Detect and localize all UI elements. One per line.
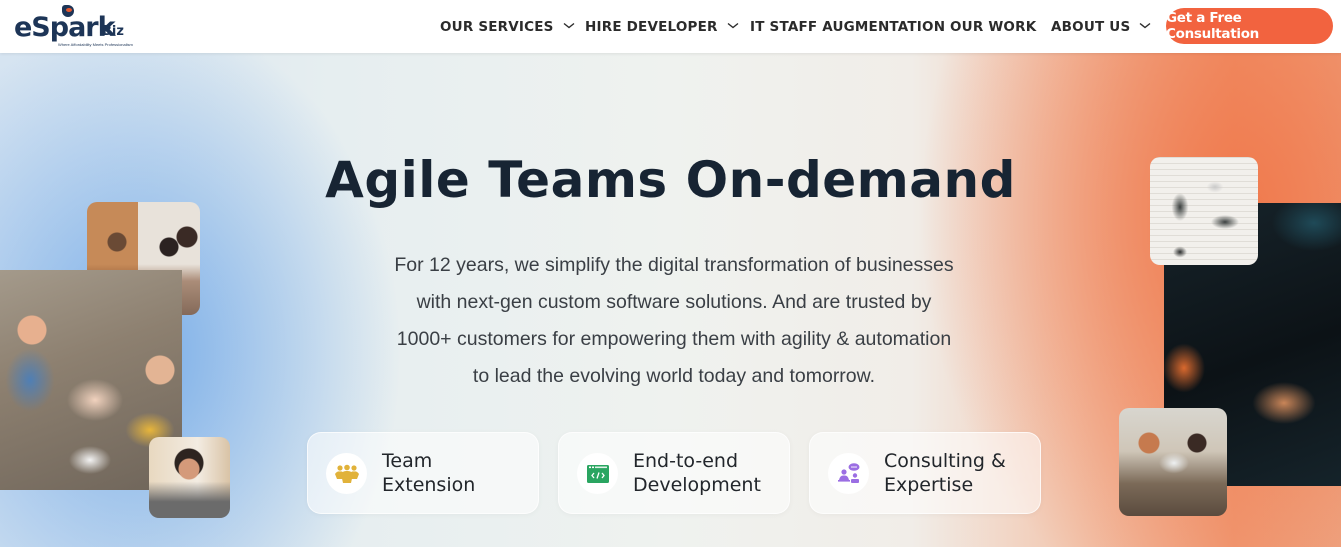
hero-description-line: For 12 years, we simplify the digital tr… [394, 254, 954, 276]
hero-description-line: 1000+ customers for empowering them with… [396, 328, 952, 350]
nav-label: IT STAFF AUGMENTATION [750, 19, 946, 35]
chevron-down-icon [727, 22, 739, 30]
free-consultation-button[interactable]: Get a Free Consultation [1166, 8, 1333, 44]
logo-suffix: Biz [102, 24, 124, 39]
team-icon [326, 453, 367, 494]
esparkbiz-logo[interactable]: eSpark Biz Where Affordability Meets Pro… [14, 5, 133, 47]
hero-section: Agile Teams On-demand For 12 years, we s… [0, 53, 1341, 547]
card-label: Team Extension [382, 450, 476, 496]
nav-it-staff-augmentation[interactable]: IT STAFF AUGMENTATION [750, 17, 945, 37]
hero-description-line: to lead the evolving world today and tom… [472, 365, 876, 387]
nav-label: ABOUT US [1051, 19, 1131, 35]
chevron-down-icon [1139, 22, 1151, 30]
hero-title: Agile Teams On-demand [325, 151, 1016, 209]
nav-about-us[interactable]: ABOUT US [1051, 17, 1151, 37]
nav-our-services[interactable]: OUR SERVICES [440, 17, 575, 37]
hero-description: For 12 years, we simplify the digital tr… [340, 247, 1008, 395]
card-end-to-end-development[interactable]: End-to-end Development [558, 432, 790, 514]
colleagues-reading-photo [149, 437, 230, 518]
nav-hire-developer[interactable]: HIRE DEVELOPER [585, 17, 739, 37]
card-consulting-expertise[interactable]: Consulting & Expertise [809, 432, 1041, 514]
nav-label: HIRE DEVELOPER [585, 19, 718, 35]
card-label: Consulting & Expertise [884, 450, 1006, 496]
logo-tagline: Where Affordability Meets Professionalis… [58, 42, 133, 47]
hero-description-line: with next-gen custom software solutions.… [416, 291, 932, 313]
logo-wordmark: eSpark [14, 12, 116, 43]
code-window-icon [577, 453, 618, 494]
card-team-extension[interactable]: Team Extension [307, 432, 539, 514]
coworkers-laptops-photo [1119, 408, 1227, 516]
consulting-icon [828, 453, 869, 494]
card-label: End-to-end Development [633, 450, 761, 496]
chevron-down-icon [563, 22, 575, 30]
nav-label: OUR WORK [950, 19, 1037, 35]
nav-label: OUR SERVICES [440, 19, 554, 35]
nav-our-work[interactable]: OUR WORK [950, 17, 1036, 37]
site-header: eSpark Biz Where Affordability Meets Pro… [0, 0, 1341, 53]
